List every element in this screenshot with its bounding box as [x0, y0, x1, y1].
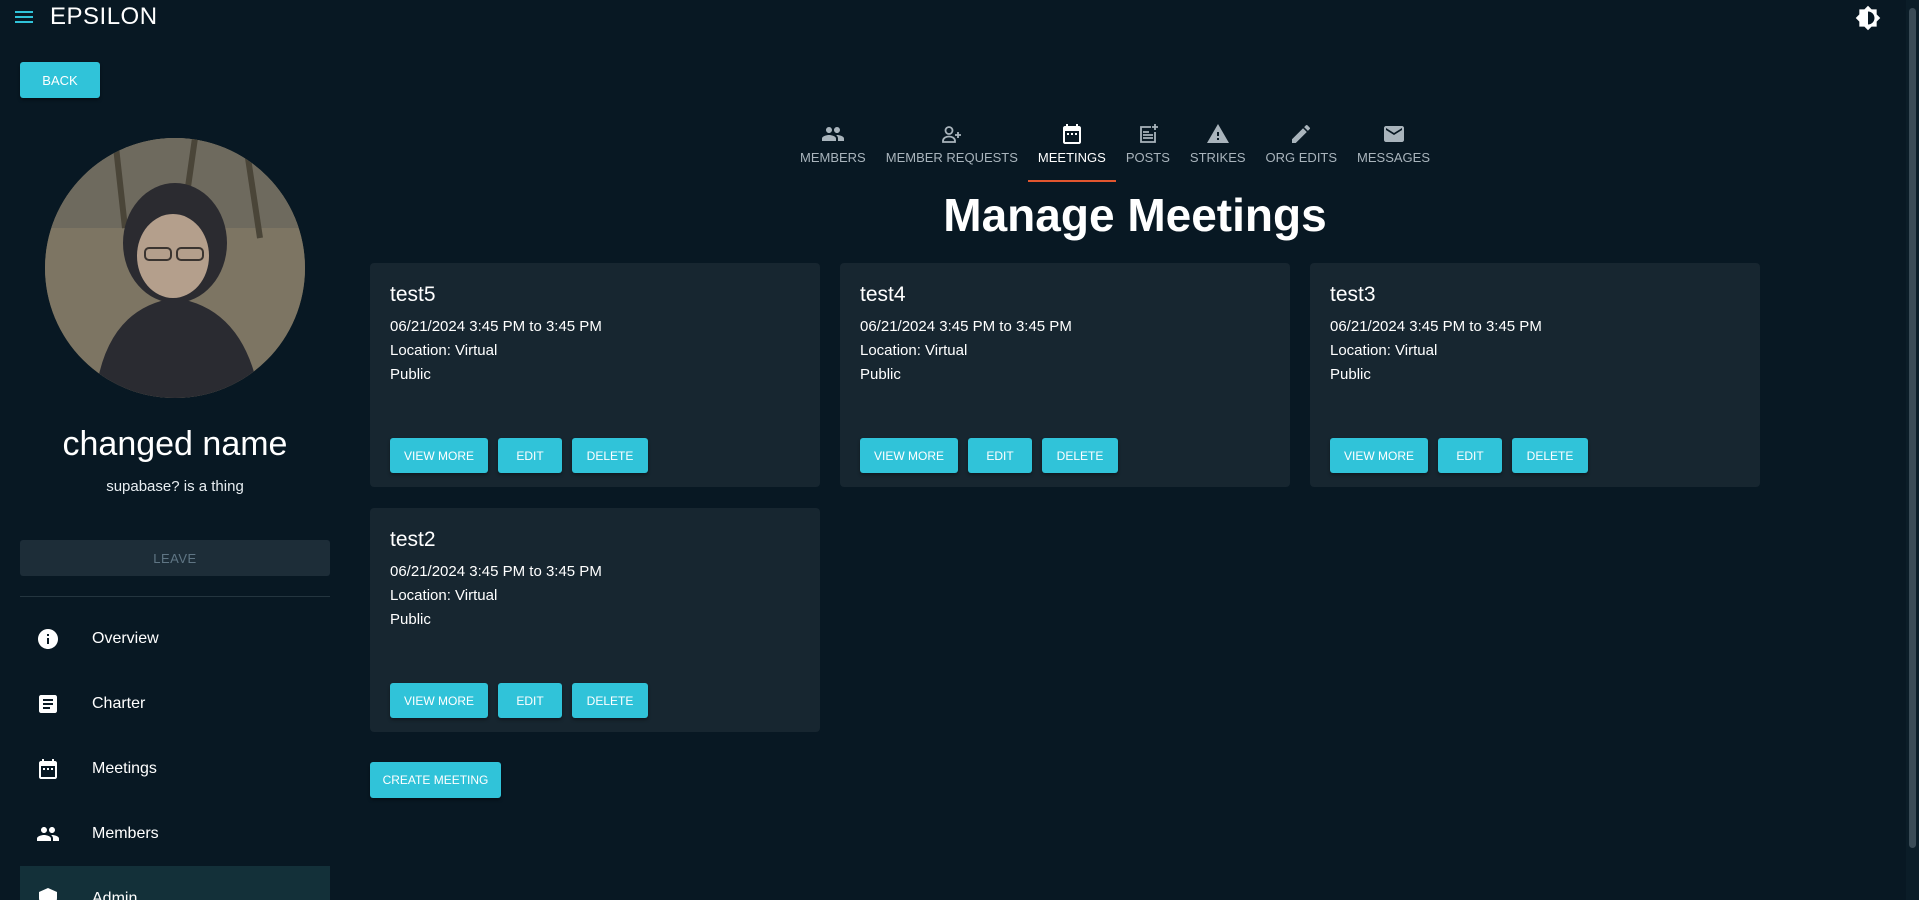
meeting-location: Location: Virtual	[390, 342, 498, 359]
meeting-time: 06/21/2024 3:45 PM to 3:45 PM	[390, 318, 602, 335]
tab-meetings[interactable]: MEETINGS	[1027, 116, 1116, 182]
sidebar-item-label: Meetings	[92, 759, 157, 777]
brightness-icon[interactable]	[1855, 5, 1881, 31]
meeting-card: test4 06/21/2024 3:45 PM to 3:45 PM Loca…	[840, 263, 1290, 487]
edit-button[interactable]: EDIT	[968, 438, 1032, 473]
delete-button[interactable]: DELETE	[1512, 438, 1588, 473]
meeting-visibility: Public	[390, 366, 431, 383]
document-icon	[39, 694, 57, 713]
app-title: EPSILON	[50, 3, 158, 30]
sidebar-item-overview[interactable]: Overview	[20, 606, 330, 671]
org-avatar	[45, 138, 305, 398]
edit-button[interactable]: EDIT	[498, 683, 562, 718]
tab-messages[interactable]: MESSAGES	[1347, 116, 1440, 182]
meeting-time: 06/21/2024 3:45 PM to 3:45 PM	[390, 563, 602, 580]
menu-icon[interactable]	[14, 8, 34, 26]
meeting-visibility: Public	[1330, 366, 1371, 383]
meeting-card: test2 06/21/2024 3:45 PM to 3:45 PM Loca…	[370, 508, 820, 732]
shield-icon	[39, 887, 57, 900]
sidebar-nav: Overview Charter Meetings Members Admin	[20, 606, 330, 900]
delete-button[interactable]: DELETE	[572, 683, 648, 718]
mail-icon	[1383, 126, 1404, 142]
sidebar-item-members[interactable]: Members	[20, 801, 330, 866]
meeting-visibility: Public	[860, 366, 901, 383]
sidebar-item-label: Admin	[92, 889, 138, 900]
tab-posts[interactable]: POSTS	[1116, 116, 1180, 182]
tab-member-requests[interactable]: MEMBER REQUESTS	[876, 116, 1028, 182]
meeting-time: 06/21/2024 3:45 PM to 3:45 PM	[860, 318, 1072, 335]
people-icon	[821, 127, 844, 141]
view-more-button[interactable]: VIEW MORE	[860, 438, 958, 473]
meeting-card: test5 06/21/2024 3:45 PM to 3:45 PM Loca…	[370, 263, 820, 487]
tab-label: MEMBER REQUESTS	[885, 150, 1018, 165]
meeting-time: 06/21/2024 3:45 PM to 3:45 PM	[1330, 318, 1542, 335]
page-title: Manage Meetings	[943, 189, 1327, 241]
page-scrollbar[interactable]	[1906, 0, 1919, 900]
edit-button[interactable]: EDIT	[1438, 438, 1502, 473]
post-add-icon	[1139, 124, 1158, 143]
warning-icon	[1206, 124, 1229, 143]
create-meeting-button[interactable]: CREATE MEETING	[370, 762, 501, 798]
sidebar-item-label: Overview	[92, 629, 159, 647]
org-description: supabase? is a thing	[106, 478, 244, 495]
meeting-title: test2	[390, 528, 436, 551]
tab-strikes[interactable]: STRIKES	[1180, 116, 1256, 182]
meeting-location: Location: Virtual	[860, 342, 968, 359]
tab-label: MESSAGES	[1357, 150, 1431, 165]
calendar-icon	[39, 758, 57, 779]
sidebar-item-label: Charter	[92, 694, 146, 712]
tab-label: ORG EDITS	[1265, 150, 1338, 165]
tab-label: STRIKES	[1189, 150, 1246, 165]
edit-button[interactable]: EDIT	[498, 438, 562, 473]
calendar-icon	[1062, 124, 1081, 144]
sidebar-item-label: Members	[92, 824, 159, 842]
meeting-location: Location: Virtual	[390, 587, 498, 604]
view-more-button[interactable]: VIEW MORE	[390, 683, 488, 718]
sidebar-item-charter[interactable]: Charter	[20, 671, 330, 736]
delete-button[interactable]: DELETE	[1042, 438, 1118, 473]
pencil-icon	[1292, 124, 1311, 143]
view-more-button[interactable]: VIEW MORE	[1330, 438, 1428, 473]
person-add-icon	[941, 126, 961, 143]
tab-label: POSTS	[1125, 150, 1170, 165]
meeting-title: test5	[390, 283, 436, 306]
org-name: changed name	[62, 425, 288, 463]
meeting-title: test3	[1330, 283, 1376, 306]
top-app-bar: EPSILON	[0, 0, 1919, 34]
scrollbar-thumb[interactable]	[1909, 8, 1916, 848]
people-icon	[37, 826, 59, 841]
info-icon	[38, 628, 58, 649]
tab-label: MEETINGS	[1037, 150, 1106, 165]
meeting-title: test4	[860, 283, 906, 306]
meeting-location: Location: Virtual	[1330, 342, 1438, 359]
tab-org-edits[interactable]: ORG EDITS	[1256, 116, 1348, 182]
meeting-card: test3 06/21/2024 3:45 PM to 3:45 PM Loca…	[1310, 263, 1760, 487]
sidebar-item-meetings[interactable]: Meetings	[20, 736, 330, 801]
meeting-visibility: Public	[390, 611, 431, 628]
tab-label: MEMBERS	[800, 150, 866, 165]
back-button[interactable]: BACK	[20, 62, 100, 98]
tab-members[interactable]: MEMBERS	[790, 116, 876, 182]
sidebar-divider	[20, 596, 330, 597]
view-more-button[interactable]: VIEW MORE	[390, 438, 488, 473]
delete-button[interactable]: DELETE	[572, 438, 648, 473]
admin-tabs: MEMBERS MEMBER REQUESTS MEETINGS POSTS S…	[790, 116, 1440, 182]
sidebar-item-admin[interactable]: Admin	[20, 866, 330, 900]
leave-button[interactable]: LEAVE	[20, 540, 330, 576]
